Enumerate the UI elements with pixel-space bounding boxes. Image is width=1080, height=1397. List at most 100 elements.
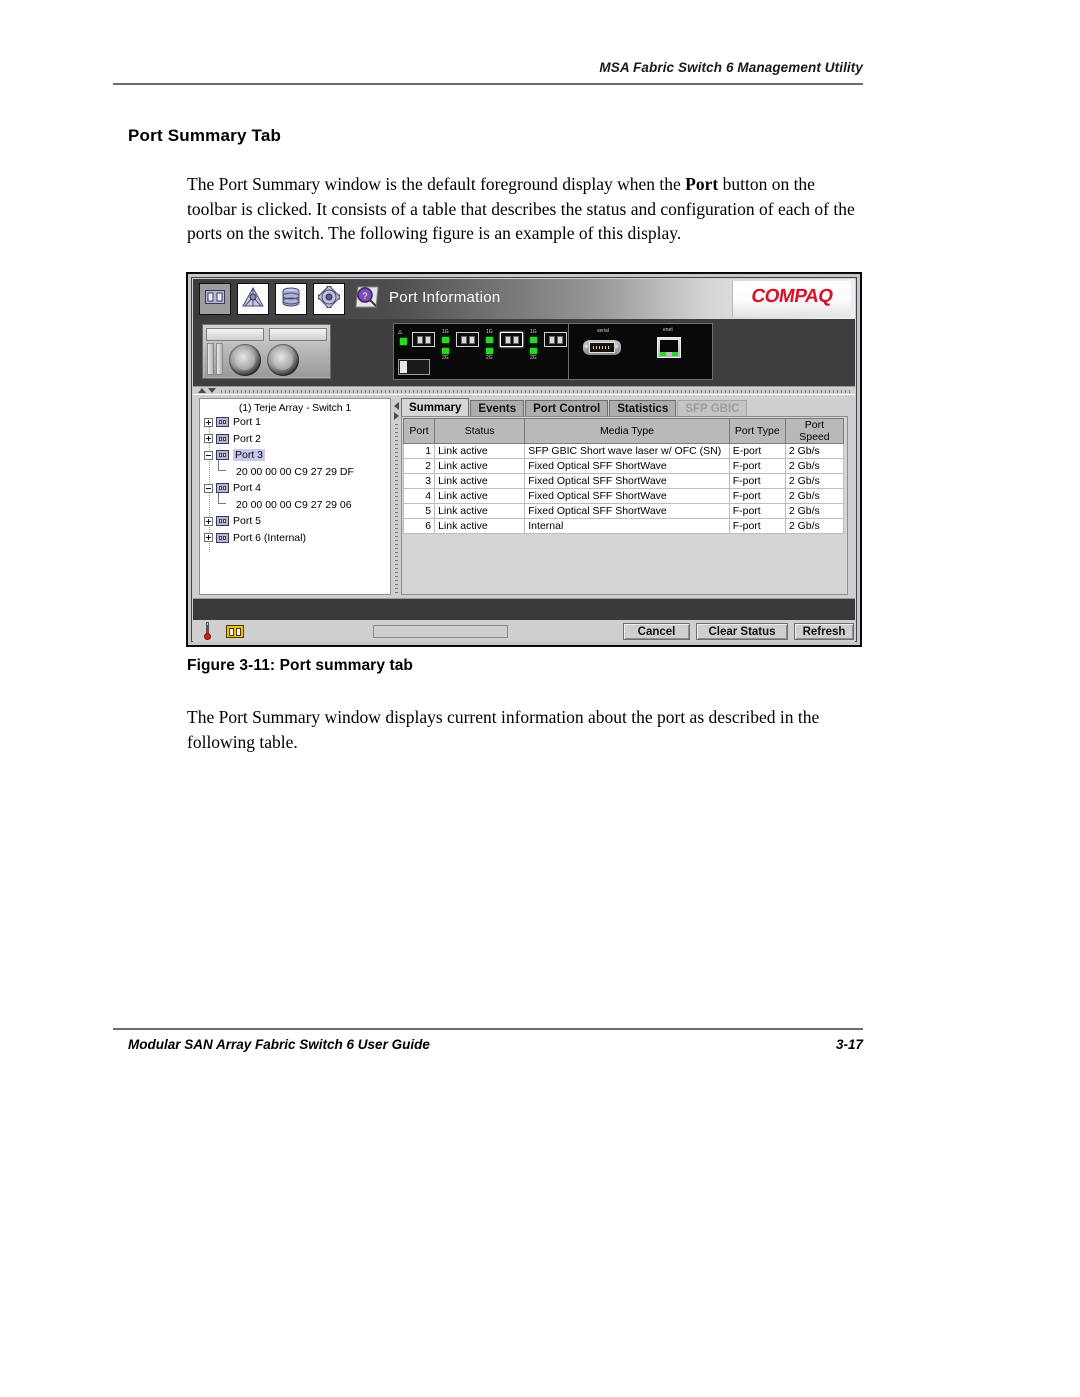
table-row[interactable]: 1 Link active SFP GBIC Short wave laser …: [402, 443, 845, 459]
thermometer-icon[interactable]: [204, 622, 211, 640]
splitter-left-arrow-icon[interactable]: [394, 402, 399, 410]
cell-port-speed: 2 Gb/s: [784, 443, 845, 459]
expand-plus-icon[interactable]: [204, 417, 213, 427]
cell-port-type: E-port: [728, 443, 786, 459]
database-icon: [281, 287, 301, 312]
footer-page-number: 3-17: [835, 1037, 863, 1052]
sfp-port-1[interactable]: [412, 332, 435, 347]
port-detail-tab-panel: Summary Events Port Control Statistics S…: [401, 398, 848, 595]
cell-port: 5: [402, 503, 436, 519]
warning-triangle-icon: ▵: [398, 327, 403, 336]
tree-item-port-3[interactable]: Port 3: [200, 447, 390, 464]
status-led: [400, 338, 407, 345]
tree-elbow-icon: [218, 492, 226, 504]
horizontal-splitter[interactable]: [193, 386, 855, 395]
col-header-media-type[interactable]: Media Type: [524, 418, 730, 444]
cell-port-type: F-port: [728, 458, 786, 474]
cell-port-type: F-port: [728, 518, 786, 534]
tree-item-port-5[interactable]: Port 5: [200, 513, 390, 530]
ports-icon-button[interactable]: [199, 283, 231, 315]
table-row[interactable]: 2 Link active Fixed Optical SFF ShortWav…: [402, 458, 845, 474]
cell-media-type: SFP GBIC Short wave laser w/ OFC (SN): [524, 443, 730, 459]
col-header-port-type[interactable]: Port Type: [728, 418, 786, 444]
vertical-splitter[interactable]: [393, 398, 400, 595]
col-header-status[interactable]: Status: [434, 418, 526, 444]
ports-status-icon[interactable]: [226, 625, 244, 638]
tree-child-wwn-port-4[interactable]: 20 00 00 00 C9 27 29 06: [200, 492, 390, 514]
cell-port-type: F-port: [728, 473, 786, 489]
cell-port-type: F-port: [728, 488, 786, 504]
tree-item-port-6[interactable]: Port 6 (Internal): [200, 530, 390, 547]
expand-plus-icon[interactable]: [204, 533, 213, 543]
expand-plus-icon[interactable]: [204, 516, 213, 526]
ethernet-rj45-port[interactable]: [657, 337, 681, 358]
table-header-row: Port Status Media Type Port Type Port Sp…: [402, 418, 845, 444]
fabric-topology-icon-button[interactable]: [237, 283, 269, 315]
tree-item-label: Port 6 (Internal): [233, 531, 306, 544]
wwn-label: 20 00 00 00 C9 27 29 06: [236, 498, 352, 511]
table-row[interactable]: 5 Link active Fixed Optical SFF ShortWav…: [402, 503, 845, 519]
tab-events[interactable]: Events: [470, 400, 525, 417]
cell-status: Link active: [434, 473, 526, 489]
app-toolbar: ? Port Information COMPAQ: [193, 279, 855, 319]
table-row[interactable]: 4 Link active Fixed Optical SFF ShortWav…: [402, 488, 845, 504]
sfp-2-speed-bottom: 2G: [486, 355, 493, 361]
help-magnifier-icon-button[interactable]: ?: [351, 283, 383, 315]
tree-root-label: (1) Terje Array - Switch 1: [238, 402, 352, 414]
clear-status-button[interactable]: Clear Status: [696, 623, 788, 640]
sfp-port-3[interactable]: [500, 332, 523, 347]
splitter-grip: [221, 390, 853, 393]
table-row[interactable]: 6 Link active Internal F-port 2 Gb/s: [402, 518, 845, 534]
window-button-bar: Cancel Clear Status Refresh: [193, 620, 855, 642]
device-tree-panel[interactable]: (1) Terje Array - Switch 1 Port 1 Port 2…: [199, 398, 391, 595]
fan-1: [229, 344, 261, 376]
port-button-emphasis: Port: [685, 174, 719, 194]
cell-media-type: Fixed Optical SFF ShortWave: [524, 503, 730, 519]
tree-child-wwn-port-3[interactable]: 20 00 00 00 C9 27 29 DF: [200, 459, 390, 481]
ethernet-port-label: enet: [663, 327, 673, 333]
tab-statistics[interactable]: Statistics: [609, 400, 677, 417]
svg-text:?: ?: [362, 291, 367, 301]
sfp-1-led-2g: [442, 348, 449, 354]
tree-item-port-4[interactable]: Port 4: [200, 480, 390, 497]
sfp-2-led-2g: [486, 348, 493, 354]
sfp-1-led-1g: [442, 337, 449, 343]
collapse-minus-icon[interactable]: [204, 450, 213, 460]
sfp-port-4[interactable]: [544, 332, 567, 347]
refresh-button[interactable]: Refresh: [794, 623, 854, 640]
window-inner-frame: ? Port Information COMPAQ ▵ 1G 2G 1G 2G …: [191, 277, 857, 642]
serial-port-label: serial: [597, 328, 609, 334]
cell-port: 1: [402, 443, 436, 459]
footer-rule: [113, 1028, 863, 1030]
tree-item-label: Port 4: [233, 482, 262, 495]
sfp-1-speed-bottom: 2G: [442, 355, 449, 361]
cancel-button[interactable]: Cancel: [623, 623, 690, 640]
tree-item-port-1[interactable]: Port 1: [200, 414, 390, 431]
splitter-down-arrow-icon[interactable]: [208, 388, 216, 393]
sfp-port-2[interactable]: [456, 332, 479, 347]
cell-port-type: F-port: [728, 503, 786, 519]
ports-icon: [205, 289, 225, 309]
tree-item-port-2[interactable]: Port 2: [200, 431, 390, 448]
expand-plus-icon[interactable]: [204, 434, 213, 444]
col-header-port[interactable]: Port: [402, 418, 436, 444]
cell-status: Link active: [434, 488, 526, 504]
port-icon: [216, 433, 229, 444]
collapse-minus-icon[interactable]: [204, 483, 213, 493]
psu-slot-1: [206, 328, 264, 341]
table-row[interactable]: 3 Link active Fixed Optical SFF ShortWav…: [402, 473, 845, 489]
window-title: Port Information: [389, 289, 501, 306]
wwn-label: 20 00 00 00 C9 27 29 DF: [236, 465, 354, 478]
tab-port-control[interactable]: Port Control: [525, 400, 609, 417]
col-header-port-speed[interactable]: Port Speed: [784, 418, 845, 444]
tree-item-label: Port 2: [233, 432, 262, 445]
settings-gear-icon-button[interactable]: [313, 283, 345, 315]
serial-db9-port[interactable]: [583, 340, 621, 355]
splitter-up-arrow-icon[interactable]: [198, 388, 206, 393]
splitter-right-arrow-icon[interactable]: [394, 412, 399, 420]
header-rule: [113, 83, 863, 85]
tab-summary[interactable]: Summary: [401, 398, 470, 417]
fan-bank: [205, 343, 330, 377]
database-icon-button[interactable]: [275, 283, 307, 315]
vertical-splitter-grip: [395, 424, 398, 593]
